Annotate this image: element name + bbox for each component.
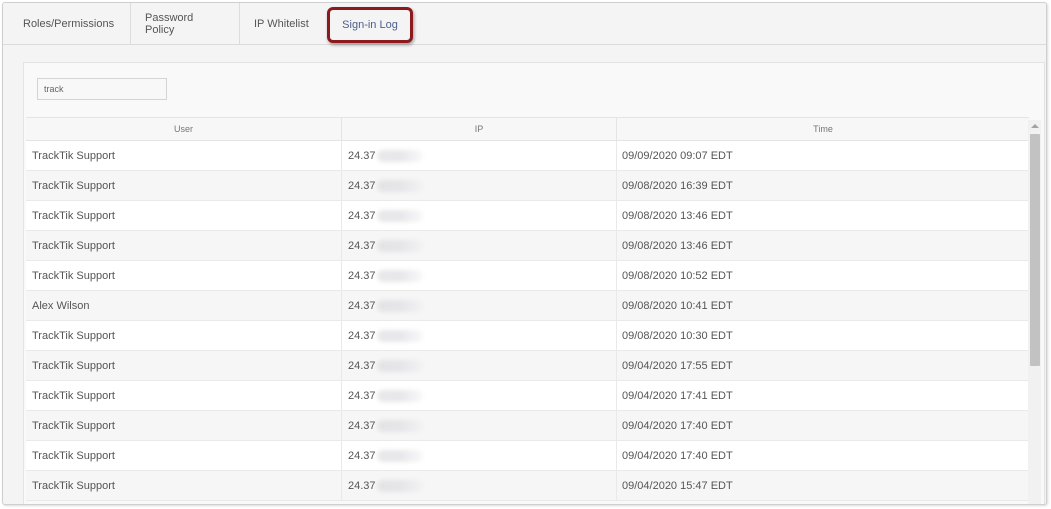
table-row[interactable]: TrackTik Support 24.37 09/04/2020 15:47 … (26, 471, 1029, 501)
ip-redaction (376, 479, 423, 492)
table-row[interactable]: TrackTik Support 24.37 09/08/2020 10:30 … (26, 321, 1029, 351)
cell-time: 09/08/2020 13:46 EDT (622, 239, 733, 252)
cell-ip: 24.37 (342, 441, 617, 470)
cell-ip: 24.37 (342, 171, 617, 200)
table-row[interactable]: TrackTik Support 24.37 09/08/2020 13:46 … (26, 201, 1029, 231)
ip-redaction (376, 389, 423, 402)
vertical-scrollbar[interactable] (1028, 120, 1041, 504)
sign-in-log-panel: User IP Time TrackTik Support 24.37 09/0… (23, 62, 1045, 504)
ip-text: 24.37 (348, 329, 376, 342)
ip-text: 24.37 (348, 209, 376, 222)
cell-time: 09/09/2020 09:07 EDT (622, 149, 733, 162)
ip-text: 24.37 (348, 179, 376, 192)
ip-redaction (376, 329, 423, 342)
cell-user: TrackTik Support (26, 381, 342, 410)
cell-ip: 24.37 (342, 141, 617, 170)
cell-user: TrackTik Support (26, 321, 342, 350)
cell-user: TrackTik Support (26, 351, 342, 380)
table-row[interactable]: TrackTik Support 24.37 09/04/2020 17:55 … (26, 351, 1029, 381)
ip-redaction (376, 209, 423, 222)
cell-user: TrackTik Support (26, 261, 342, 290)
cell-ip: 24.37 (342, 321, 617, 350)
cell-ip: 24.37 (342, 291, 617, 320)
tab-password-policy[interactable]: Password Policy (131, 3, 240, 44)
ip-redaction (376, 299, 423, 312)
ip-text: 24.37 (348, 449, 376, 462)
cell-time: 09/08/2020 10:30 EDT (622, 329, 733, 342)
ip-text: 24.37 (348, 419, 376, 432)
tab-ip-whitelist[interactable]: IP Whitelist (240, 3, 324, 44)
table-row[interactable]: TrackTik Support 24.37 09/08/2020 13:46 … (26, 231, 1029, 261)
cell-user: TrackTik Support (26, 141, 342, 170)
sign-in-log-table: User IP Time TrackTik Support 24.37 09/0… (26, 117, 1029, 501)
column-header-user[interactable]: User (26, 118, 342, 140)
cell-time: 09/04/2020 17:41 EDT (622, 389, 733, 402)
table-row[interactable]: TrackTik Support 24.37 09/08/2020 16:39 … (26, 171, 1029, 201)
ip-text: 24.37 (348, 299, 376, 312)
ip-redaction (376, 149, 423, 162)
cell-time: 09/04/2020 17:55 EDT (622, 359, 733, 372)
ip-redaction (376, 239, 423, 252)
cell-ip: 24.37 (342, 261, 617, 290)
column-header-ip[interactable]: IP (342, 118, 617, 140)
cell-user: TrackTik Support (26, 441, 342, 470)
ip-text: 24.37 (348, 479, 376, 492)
ip-text: 24.37 (348, 239, 376, 252)
cell-ip: 24.37 (342, 471, 617, 500)
ip-redaction (376, 419, 423, 432)
ip-redaction (376, 179, 423, 192)
table-row[interactable]: TrackTik Support 24.37 09/09/2020 09:07 … (26, 141, 1029, 171)
search-input[interactable] (37, 78, 167, 100)
chevron-up-icon[interactable] (1028, 120, 1041, 132)
cell-user: TrackTik Support (26, 411, 342, 440)
cell-time: 09/08/2020 13:46 EDT (622, 209, 733, 222)
cell-ip: 24.37 (342, 201, 617, 230)
column-header-time[interactable]: Time (617, 118, 1029, 140)
table-header: User IP Time (26, 117, 1029, 141)
scrollbar-thumb[interactable] (1030, 134, 1040, 366)
cell-user: TrackTik Support (26, 471, 342, 500)
cell-ip: 24.37 (342, 351, 617, 380)
table-row[interactable]: TrackTik Support 24.37 09/08/2020 10:52 … (26, 261, 1029, 291)
cell-time: 09/04/2020 15:47 EDT (622, 479, 733, 492)
ip-text: 24.37 (348, 359, 376, 372)
cell-time: 09/08/2020 10:41 EDT (622, 299, 733, 312)
cell-time: 09/04/2020 17:40 EDT (622, 449, 733, 462)
tab-bar: Roles/Permissions Password Policy IP Whi… (3, 3, 1046, 45)
window-frame: Roles/Permissions Password Policy IP Whi… (2, 2, 1047, 505)
ip-text: 24.37 (348, 149, 376, 162)
table-body: TrackTik Support 24.37 09/09/2020 09:07 … (26, 141, 1029, 501)
ip-text: 24.37 (348, 389, 376, 402)
cell-time: 09/08/2020 16:39 EDT (622, 179, 733, 192)
cell-ip: 24.37 (342, 381, 617, 410)
ip-redaction (376, 359, 423, 372)
cell-ip: 24.37 (342, 411, 617, 440)
table-row[interactable]: TrackTik Support 24.37 09/04/2020 17:40 … (26, 411, 1029, 441)
ip-redaction (376, 269, 423, 282)
cell-user: Alex Wilson (26, 291, 342, 320)
tab-sign-in-log[interactable]: Sign-in Log (327, 7, 413, 43)
table-row[interactable]: TrackTik Support 24.37 09/04/2020 17:40 … (26, 441, 1029, 471)
cell-time: 09/04/2020 17:40 EDT (622, 419, 733, 432)
cell-user: TrackTik Support (26, 231, 342, 260)
ip-redaction (376, 449, 423, 462)
cell-user: TrackTik Support (26, 171, 342, 200)
table-row[interactable]: Alex Wilson 24.37 09/08/2020 10:41 EDT (26, 291, 1029, 321)
ip-text: 24.37 (348, 269, 376, 282)
cell-user: TrackTik Support (26, 201, 342, 230)
cell-time: 09/08/2020 10:52 EDT (622, 269, 733, 282)
table-row[interactable]: TrackTik Support 24.37 09/04/2020 17:41 … (26, 381, 1029, 411)
tab-roles-permissions[interactable]: Roles/Permissions (3, 3, 131, 44)
cell-ip: 24.37 (342, 231, 617, 260)
